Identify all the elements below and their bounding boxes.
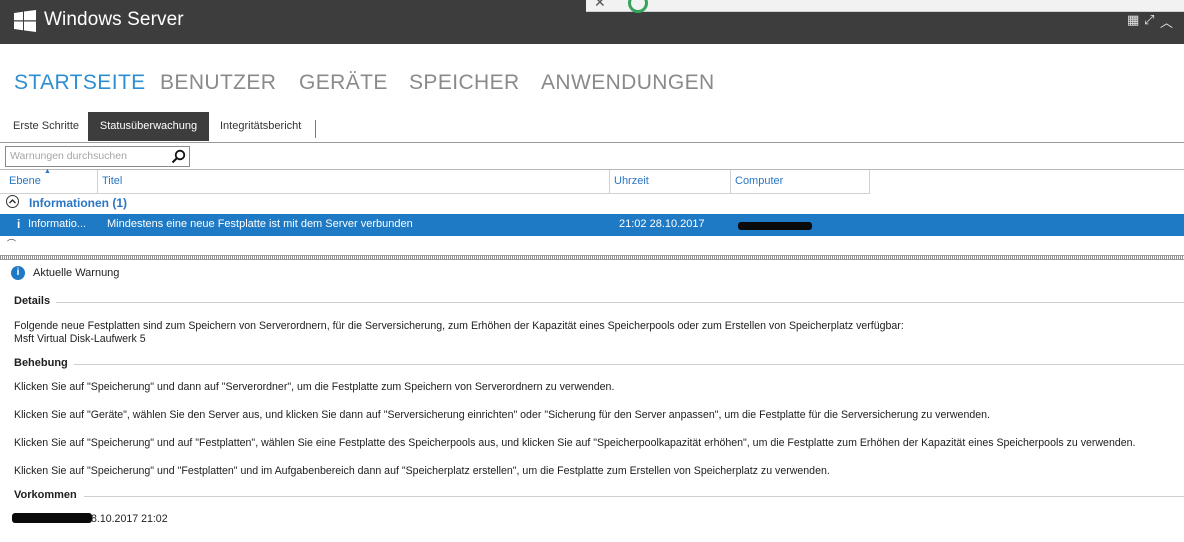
redaction-mark <box>738 222 812 230</box>
occurrence-heading: Vorkommen <box>14 489 77 501</box>
occurrence-value: 8.10.2017 21:02 <box>91 513 168 525</box>
resolution-line: Klicken Sie auf "Speicherung" und dann a… <box>14 381 615 393</box>
header-underline <box>0 193 870 194</box>
resolution-line: Klicken Sie auf "Geräte", wählen Sie den… <box>14 409 990 421</box>
chevron-up-icon[interactable]: ︿ <box>1160 12 1173 31</box>
column-header-computer[interactable]: Computer <box>735 175 783 187</box>
resolution-line: Klicken Sie auf "Speicherung" und auf "F… <box>14 437 1136 449</box>
detail-header: Aktuelle Warnung <box>33 267 120 279</box>
close-icon[interactable]: ✕ <box>594 0 606 11</box>
resolution-heading: Behebung <box>14 357 68 369</box>
details-heading: Details <box>14 295 51 307</box>
group-label: Informationen (1) <box>29 196 127 210</box>
info-icon: i <box>17 217 21 231</box>
column-header-ebene[interactable]: Ebene <box>9 175 41 187</box>
title-bar: Windows Server ✕ ▦ ⤢ ︿ <box>0 0 1184 44</box>
row-hint-icon: ⌒ <box>7 239 17 249</box>
info-icon: i <box>11 266 25 280</box>
group-header[interactable]: Informationen (1) <box>0 195 1184 213</box>
tab-integritaetsbericht[interactable]: Integritätsbericht <box>220 112 301 141</box>
row-level: Informatio... <box>28 218 87 230</box>
column-divider[interactable] <box>730 170 731 193</box>
search-icon[interactable] <box>171 149 186 164</box>
search-input[interactable]: Warnungen durchsuchen <box>5 146 190 167</box>
tab-divider <box>315 120 316 138</box>
section-divider <box>56 302 1184 303</box>
overlay-toolbar: ✕ <box>586 0 1184 13</box>
tab-erste-schritte[interactable]: Erste Schritte <box>13 112 79 141</box>
column-divider[interactable] <box>97 170 98 193</box>
row-time: 21:02 28.10.2017 <box>619 218 705 230</box>
section-divider <box>84 496 1184 497</box>
window-controls: ▦ ⤢ ︿ <box>1127 12 1184 30</box>
collapse-icon[interactable] <box>6 195 19 208</box>
column-divider[interactable] <box>869 170 870 193</box>
resolution-line: Klicken Sie auf "Speicherung" und "Festp… <box>14 465 830 477</box>
column-headers: ▲ Ebene Titel Uhrzeit Computer <box>0 168 1184 194</box>
detail-pane: i Aktuelle Warnung Details Folgende neue… <box>0 262 1184 542</box>
tab-statusueberwachung[interactable]: Statusüberwachung <box>88 112 209 141</box>
column-header-uhrzeit[interactable]: Uhrzeit <box>614 175 649 187</box>
grid-icon[interactable]: ▦ <box>1127 12 1139 28</box>
nav-speicher[interactable]: SPEICHER <box>409 71 520 95</box>
row-title: Mindestens eine neue Festplatte ist mit … <box>107 218 413 230</box>
section-divider <box>74 364 1184 365</box>
windows-logo-icon <box>14 10 36 32</box>
redaction-mark <box>12 513 92 523</box>
refresh-icon[interactable] <box>628 0 648 13</box>
column-divider[interactable] <box>609 170 610 193</box>
expand-icon[interactable]: ⤢ <box>1144 12 1154 28</box>
pane-splitter[interactable] <box>0 255 1184 260</box>
sort-arrow-icon: ▲ <box>44 168 51 175</box>
nav-geraete[interactable]: GERÄTE <box>299 71 388 95</box>
sub-tabs: Erste Schritte Statusüberwachung Integri… <box>0 112 1184 143</box>
app-title: Windows Server <box>44 9 184 30</box>
nav-benutzer[interactable]: BENUTZER <box>160 71 276 95</box>
nav-anwendungen[interactable]: ANWENDUNGEN <box>541 71 715 95</box>
details-line: Msft Virtual Disk-Laufwerk 5 <box>14 333 146 345</box>
column-header-titel[interactable]: Titel <box>102 175 122 187</box>
nav-startseite[interactable]: STARTSEITE <box>14 71 146 95</box>
table-row[interactable]: i Informatio... Mindestens eine neue Fes… <box>0 214 1184 236</box>
details-line: Folgende neue Festplatten sind zum Speic… <box>14 320 904 332</box>
search-placeholder: Warnungen durchsuchen <box>10 150 127 162</box>
